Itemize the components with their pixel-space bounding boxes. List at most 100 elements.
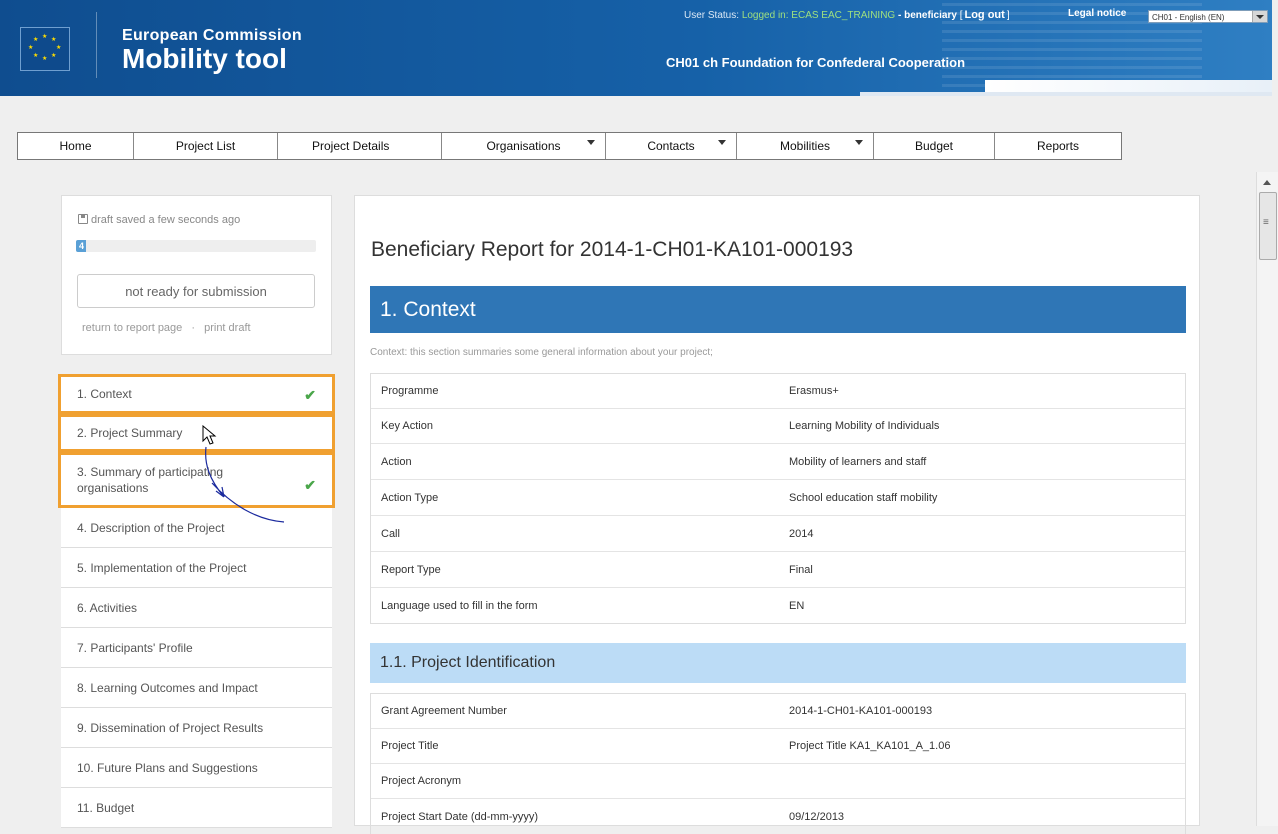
link-separator: · xyxy=(191,322,196,334)
checkmark-icon: ✔ xyxy=(304,477,316,493)
nav-mobilities-label: Mobilities xyxy=(779,139,830,153)
identification-table: Grant Agreement Number 2014-1-CH01-KA101-… xyxy=(370,693,1186,834)
table-row: Project Title Project Title KA1_KA101_A_1… xyxy=(371,729,1185,764)
table-row: Key Action Learning Mobility of Individua… xyxy=(371,409,1185,444)
field-label: Programme xyxy=(381,385,439,397)
section-header-context: 1. Context xyxy=(370,286,1186,333)
table-row: Report Type Final xyxy=(371,552,1185,588)
table-row: Project Acronym xyxy=(371,764,1185,799)
table-row: Action Type School education staff mobili… xyxy=(371,480,1185,516)
field-label: Action xyxy=(381,455,412,468)
section-description: Context: this section summaries some gen… xyxy=(370,347,713,358)
print-draft-link[interactable]: print draft xyxy=(204,322,250,334)
nav-organisations[interactable]: Organisations xyxy=(442,133,606,159)
table-row: Grant Agreement Number 2014-1-CH01-KA101-… xyxy=(371,694,1185,729)
field-value: Final xyxy=(789,563,813,576)
step-context[interactable]: 1. Context ✔ xyxy=(58,374,335,414)
field-value: School education staff mobility xyxy=(789,491,938,504)
nav-mobilities[interactable]: Mobilities xyxy=(737,133,874,159)
field-value: 2014 xyxy=(789,527,814,540)
eu-flag-logo: ★ ★ ★ ★ ★ ★ ★ ★ xyxy=(20,27,70,71)
step-label: 9. Dissemination of Project Results xyxy=(77,720,264,735)
subsection-header-project-identification: 1.1. Project Identification xyxy=(370,643,1186,683)
user-status-login: Logged in: ECAS EAC_TRAINING xyxy=(741,10,896,21)
table-row: Programme Erasmus+ xyxy=(371,374,1185,409)
field-value: Project Title KA1_KA101_A_1.06 xyxy=(789,740,951,752)
step-label: 8. Learning Outcomes and Impact xyxy=(77,680,258,695)
save-icon xyxy=(78,214,88,224)
page-title: Beneficiary Report for 2014-1-CH01-KA101… xyxy=(371,238,854,261)
banner-swoosh-line xyxy=(860,92,1272,96)
field-label: Project Acronym xyxy=(381,775,462,787)
return-to-report-link[interactable]: return to report page xyxy=(82,322,182,334)
nav-budget[interactable]: Budget xyxy=(874,133,995,159)
nav-organisations-label: Organisations xyxy=(486,139,561,153)
field-label: Project Start Date (dd-mm-yyyy) xyxy=(381,810,539,823)
step-label: 2. Project Summary xyxy=(77,426,183,440)
field-value: 09/12/2013 xyxy=(789,810,845,823)
table-row: Call 2014 xyxy=(371,516,1185,552)
field-value: Erasmus+ xyxy=(789,385,839,397)
legal-notice-link[interactable]: Legal notice xyxy=(1068,8,1126,19)
step-participating-organisations[interactable]: 3. Summary of participating organisation… xyxy=(58,452,335,508)
nav-budget-label: Budget xyxy=(914,139,954,153)
nav-project-list[interactable]: Project List xyxy=(134,133,278,159)
progress-label: 4 xyxy=(79,241,85,251)
report-links: return to report page · print draft xyxy=(82,322,251,334)
scroll-thumb[interactable] xyxy=(1259,192,1277,260)
step-implementation[interactable]: 5. Implementation of the Project xyxy=(61,548,332,588)
step-label: 11. Budget xyxy=(77,800,135,815)
field-label: Key Action xyxy=(381,420,433,432)
nav-home[interactable]: Home xyxy=(18,133,134,159)
field-label: Action Type xyxy=(381,491,439,504)
user-status-prefix: User Status: xyxy=(684,10,740,21)
main-navigation: Home Project List Project Details Organi… xyxy=(17,132,1122,160)
nav-reports[interactable]: Reports xyxy=(995,133,1121,159)
step-label: 7. Participants' Profile xyxy=(77,640,193,655)
header-separator xyxy=(96,12,97,78)
step-activities[interactable]: 6. Activities xyxy=(61,588,332,628)
app-title: Mobility tool xyxy=(122,43,287,74)
nav-home-label: Home xyxy=(59,139,92,153)
nav-project-details[interactable]: Project Details xyxy=(278,133,442,159)
table-row: Action Mobility of learners and staff xyxy=(371,444,1185,480)
report-status-panel: draft saved a few seconds ago 4 not read… xyxy=(61,195,332,355)
nav-contacts[interactable]: Contacts xyxy=(606,133,737,159)
nav-contacts-label: Contacts xyxy=(647,139,695,153)
nav-reports-label: Reports xyxy=(1036,139,1080,153)
chevron-down-icon xyxy=(855,140,863,145)
nav-project-details-label: Project Details xyxy=(312,139,390,153)
table-row: Project Start Date (dd-mm-yyyy) 09/12/201… xyxy=(371,799,1185,834)
chevron-down-icon xyxy=(587,140,595,145)
table-row: Language used to fill in the form EN xyxy=(371,588,1185,623)
user-status: User Status: Logged in: ECAS EAC_TRAININ… xyxy=(684,9,1010,21)
nav-project-list-label: Project List xyxy=(175,139,236,153)
step-learning-outcomes[interactable]: 8. Learning Outcomes and Impact xyxy=(61,668,332,708)
logout-link[interactable]: Log out xyxy=(964,9,1004,21)
organisation-name: CH01 ch Foundation for Confederal Cooper… xyxy=(666,55,966,70)
checkmark-icon: ✔ xyxy=(304,387,316,403)
language-select[interactable]: CH01 - English (EN) xyxy=(1148,10,1268,23)
step-label: 10. Future Plans and Suggestions xyxy=(77,760,258,775)
field-label: Project Title xyxy=(381,740,439,752)
scroll-up-icon[interactable] xyxy=(1263,180,1271,185)
report-content: Beneficiary Report for 2014-1-CH01-KA101… xyxy=(354,195,1200,834)
step-project-summary[interactable]: 2. Project Summary xyxy=(58,414,335,452)
user-status-role: - beneficiary xyxy=(898,10,957,21)
completion-progress-bar: 4 xyxy=(76,240,316,252)
page-scrollbar[interactable] xyxy=(1256,172,1278,826)
step-label: 1. Context xyxy=(77,387,132,401)
mouse-cursor-icon xyxy=(202,425,285,523)
draft-status-text: draft saved a few seconds ago xyxy=(91,214,241,226)
step-budget[interactable]: 11. Budget xyxy=(61,788,332,828)
step-dissemination[interactable]: 9. Dissemination of Project Results xyxy=(61,708,332,748)
step-participants-profile[interactable]: 7. Participants' Profile xyxy=(61,628,332,668)
field-label: Language used to fill in the form xyxy=(381,599,538,612)
step-label: 5. Implementation of the Project xyxy=(77,560,247,575)
context-table: Programme Erasmus+ Key Action Learning Mob… xyxy=(370,373,1186,624)
step-label: 6. Activities xyxy=(77,600,138,615)
step-future-plans[interactable]: 10. Future Plans and Suggestions xyxy=(61,748,332,788)
submission-status-button[interactable]: not ready for submission xyxy=(77,274,315,308)
field-value: EN xyxy=(789,599,805,612)
chevron-down-icon[interactable] xyxy=(1252,11,1267,22)
